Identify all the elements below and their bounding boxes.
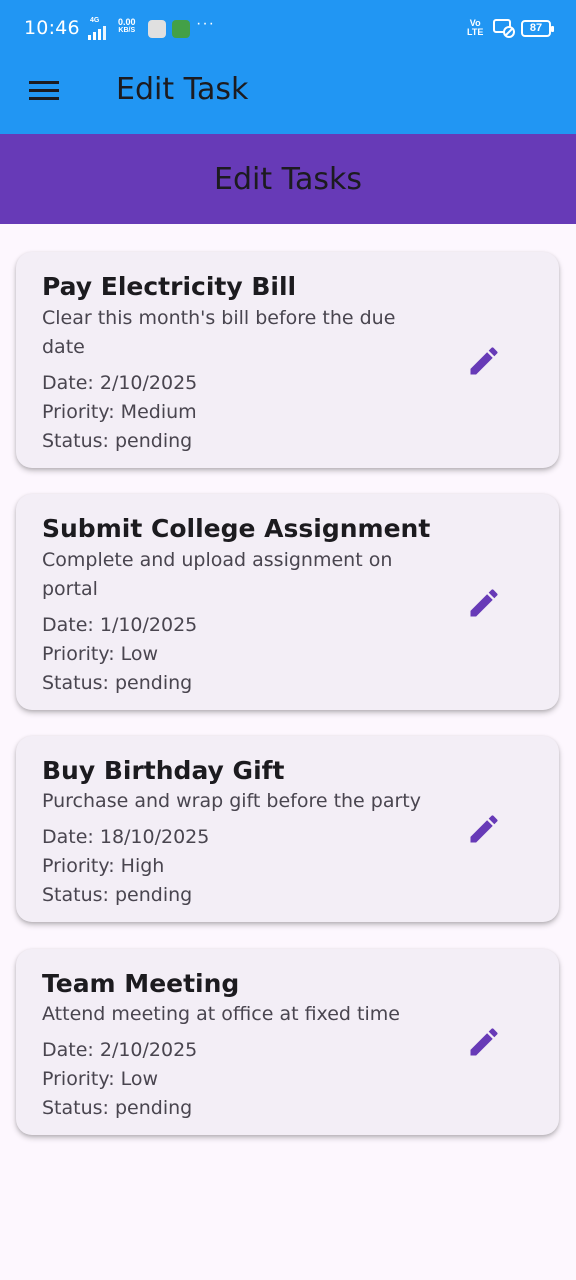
task-description: Purchase and wrap gift before the party — [42, 790, 421, 812]
screen-cast-icon — [493, 19, 515, 38]
task-status: Status: pending — [42, 672, 193, 694]
task-description: Complete and upload assignment on portal — [42, 549, 393, 600]
task-priority: Priority: Low — [42, 1068, 159, 1090]
more-notifications-icon: ··· — [196, 15, 215, 32]
edit-icon[interactable] — [466, 1024, 502, 1060]
task-date: Date: 18/10/2025 — [42, 826, 210, 848]
edit-icon[interactable] — [466, 811, 502, 847]
task-card[interactable]: Buy Birthday Gift Purchase and wrap gift… — [16, 736, 559, 922]
task-meta: Date: 18/10/2025 Priority: High Status: … — [42, 823, 209, 910]
task-card[interactable]: Submit College Assignment Complete and u… — [16, 494, 559, 710]
task-priority: Priority: Medium — [42, 401, 197, 423]
hamburger-menu-icon[interactable] — [29, 79, 61, 103]
speed-value: 0.00 — [118, 17, 136, 27]
task-status: Status: pending — [42, 884, 193, 906]
speed-unit: KB/S — [118, 27, 136, 34]
task-status: Status: pending — [42, 430, 193, 452]
task-date: Date: 2/10/2025 — [42, 372, 198, 394]
signal-icon: 4G — [80, 17, 106, 40]
task-description: Attend meeting at office at fixed time — [42, 1003, 400, 1025]
task-meta: Date: 2/10/2025 Priority: Medium Status:… — [42, 369, 197, 456]
notification-app-icon — [148, 20, 166, 38]
app-bar: Edit Task — [0, 58, 576, 134]
task-priority: Priority: High — [42, 855, 165, 877]
network-type: 4G — [90, 17, 100, 24]
task-priority: Priority: Low — [42, 643, 159, 665]
edit-icon[interactable] — [466, 343, 502, 379]
task-card[interactable]: Pay Electricity Bill Clear this month's … — [16, 252, 559, 468]
task-status: Status: pending — [42, 1097, 193, 1119]
banner-title: Edit Tasks — [213, 161, 362, 197]
task-title: Pay Electricity Bill — [42, 272, 297, 301]
volte-bottom: LTE — [467, 27, 484, 37]
task-meta: Date: 2/10/2025 Priority: Low Status: pe… — [42, 1036, 197, 1123]
app-bar-title: Edit Task — [116, 72, 249, 107]
edit-icon[interactable] — [466, 585, 502, 621]
task-card[interactable]: Team Meeting Attend meeting at office at… — [16, 949, 559, 1135]
task-title: Submit College Assignment — [42, 514, 431, 543]
battery-icon: 87 — [521, 20, 554, 37]
task-date: Date: 2/10/2025 — [42, 1039, 198, 1061]
volte-icon: Vo LTE — [467, 19, 483, 37]
notification-app-icon — [172, 20, 190, 38]
page-banner: Edit Tasks — [0, 134, 576, 224]
status-time: 10:46 — [24, 17, 80, 39]
task-meta: Date: 1/10/2025 Priority: Low Status: pe… — [42, 611, 197, 698]
task-description: Clear this month's bill before the due d… — [42, 307, 396, 358]
network-speed: 0.00 KB/S — [118, 18, 136, 35]
status-bar: 10:46 4G 0.00 KB/S ··· Vo LTE 87 — [0, 0, 576, 58]
task-title: Team Meeting — [42, 969, 240, 998]
task-date: Date: 1/10/2025 — [42, 614, 198, 636]
task-title: Buy Birthday Gift — [42, 756, 285, 785]
